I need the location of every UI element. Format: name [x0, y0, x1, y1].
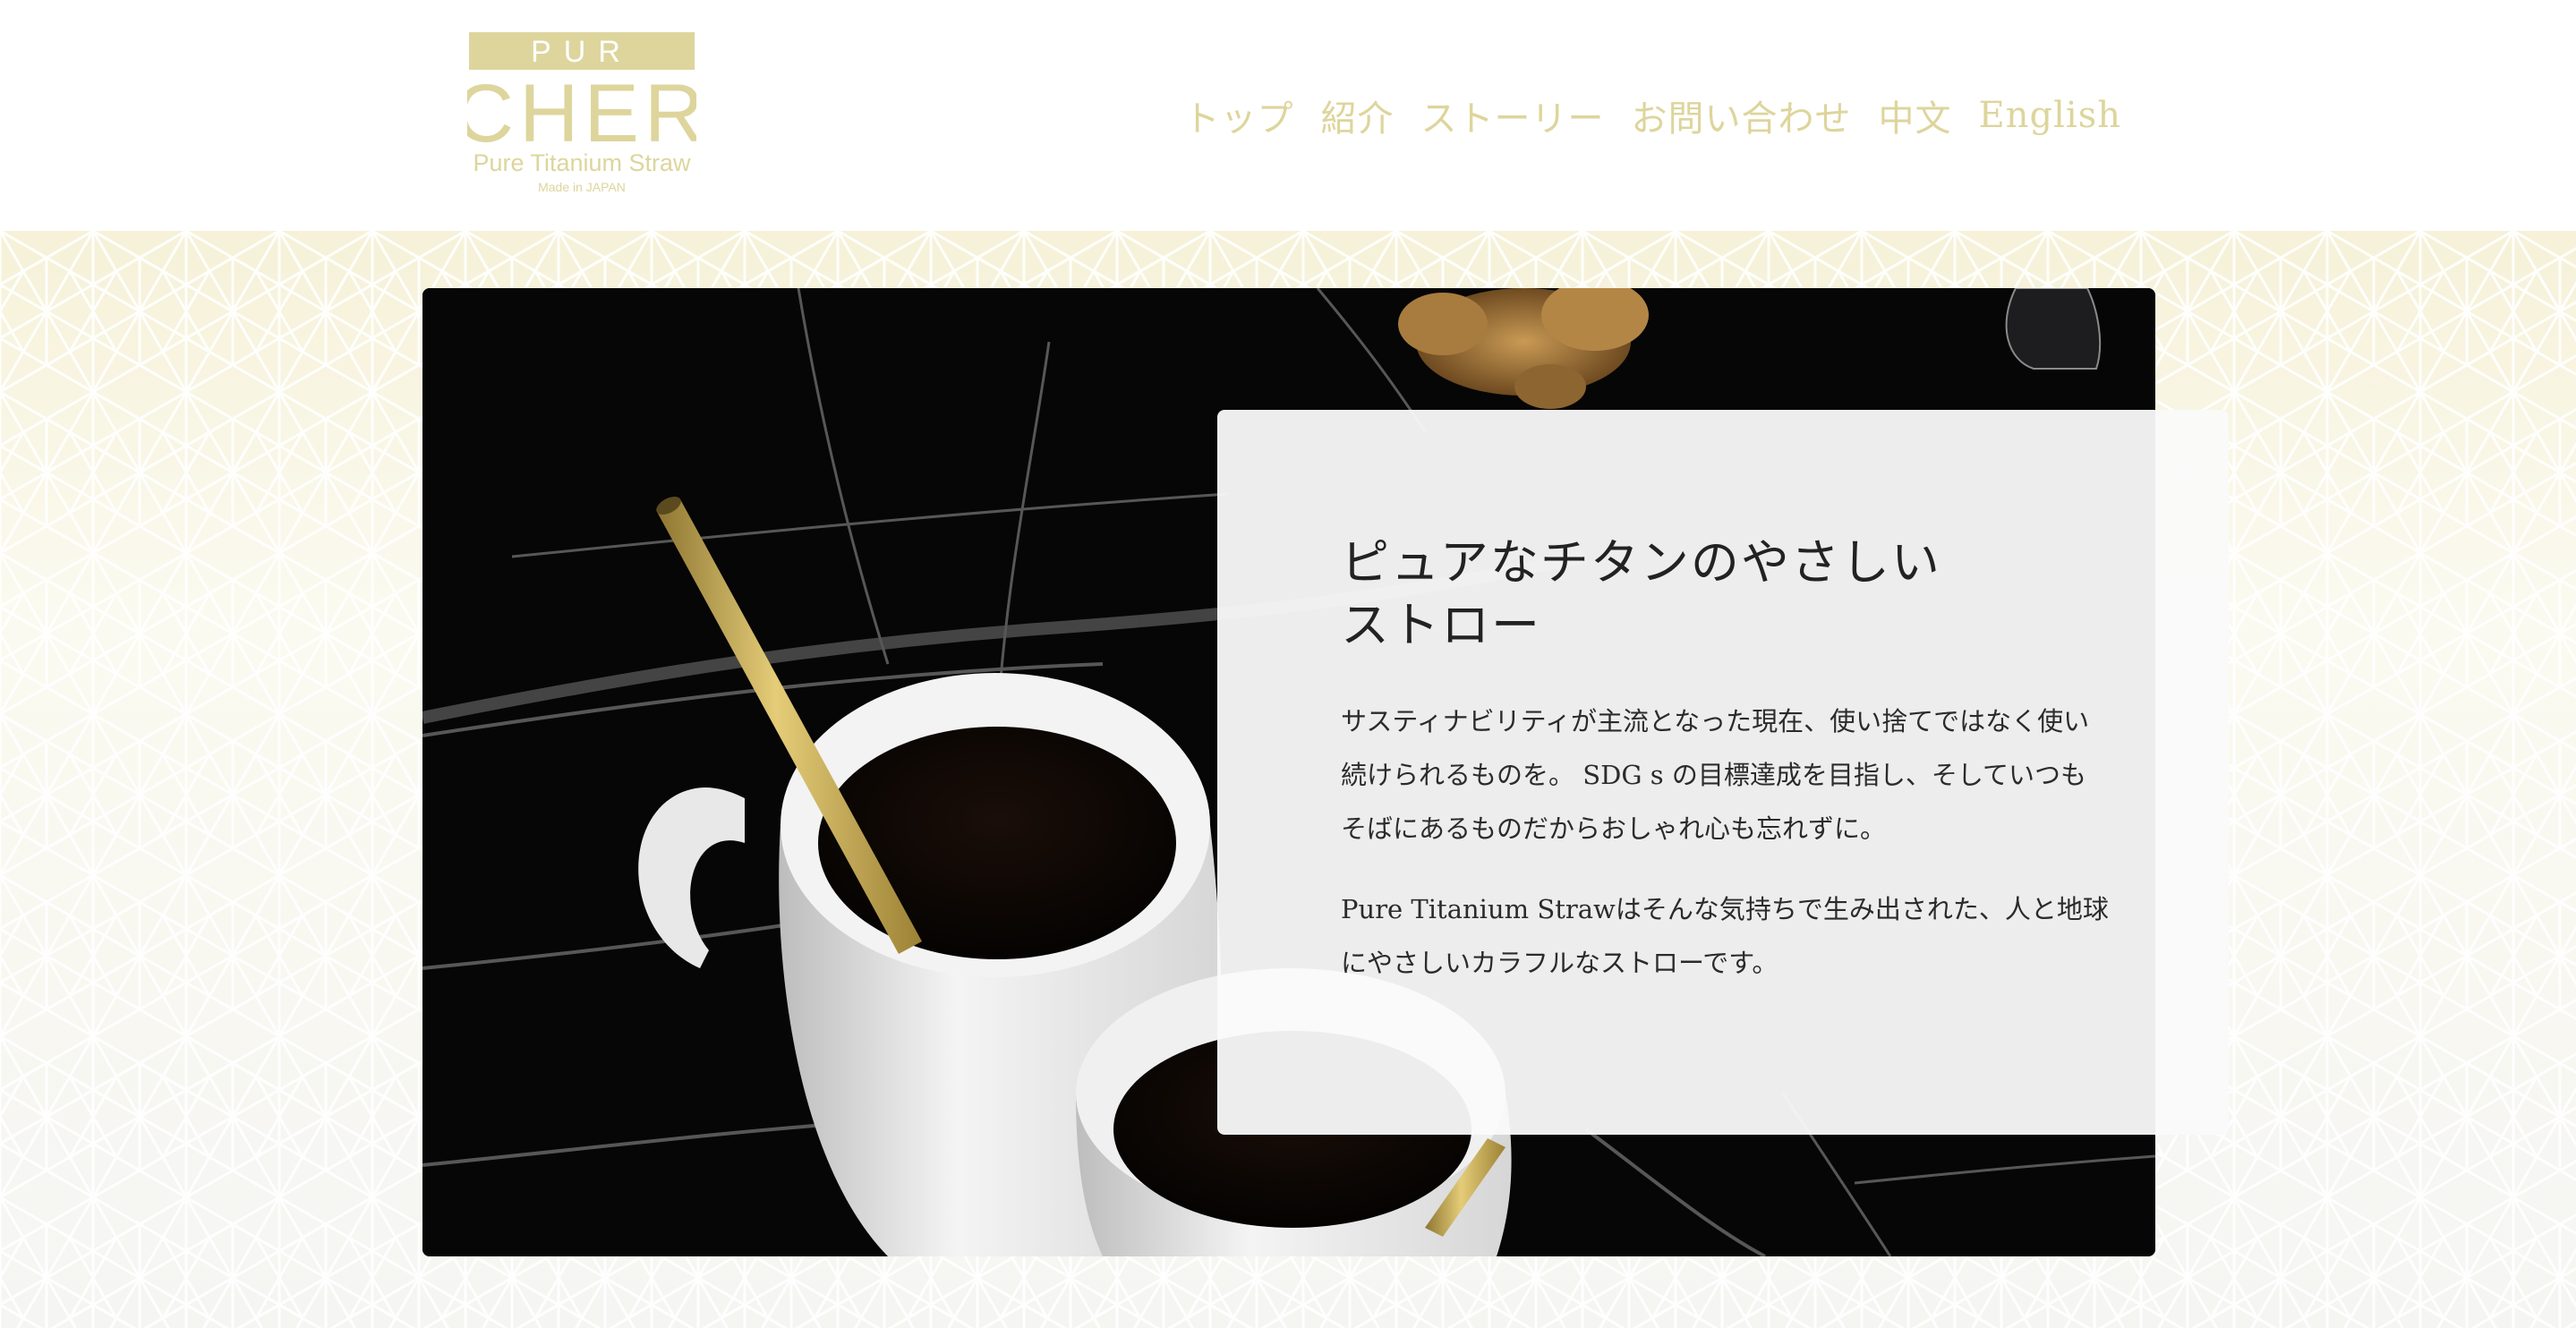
hero-heading-line2: ストロー — [1341, 597, 1541, 653]
nav-item-english[interactable]: English — [1979, 95, 2121, 136]
hero-paragraph-1: サスティナビリティが主流となった現在、使い捨てではなく使い続けられるものを。 S… — [1341, 706, 2090, 844]
logo-tagline: Pure Titanium Straw — [473, 149, 691, 176]
logo-main-text: CHER — [467, 68, 696, 159]
logo-origin: Made in JAPAN — [538, 180, 626, 194]
brand-logo[interactable]: PUR CHER Pure Titanium Straw Made in JAP… — [467, 32, 696, 197]
logo-top-text: PUR — [531, 35, 633, 69]
nav-item-chinese[interactable]: 中文 — [1879, 89, 1952, 141]
nav-item-top[interactable]: トップ — [1184, 89, 1294, 141]
hero-heading-line1: ピュアなチタンのやさしい — [1341, 534, 1941, 591]
hero-paragraph-2: Pure Titanium Strawはそんな気持ちで生み出された、人と地球にや… — [1341, 894, 2109, 978]
nav-item-story[interactable]: ストーリー — [1421, 89, 1605, 141]
nav-item-about[interactable]: 紹介 — [1321, 89, 1395, 141]
main-nav: トップ 紹介 ストーリー お問い合わせ 中文 English — [1184, 89, 2121, 141]
intro-text-card: ピュアなチタンのやさしい ストロー サスティナビリティが主流となった現在、使い捨… — [1217, 410, 2229, 1135]
site-header: PUR CHER Pure Titanium Straw Made in JAP… — [0, 0, 2576, 231]
nav-item-contact[interactable]: お問い合わせ — [1632, 89, 1852, 141]
hero-heading: ピュアなチタンのやさしい ストロー — [1341, 532, 2075, 657]
